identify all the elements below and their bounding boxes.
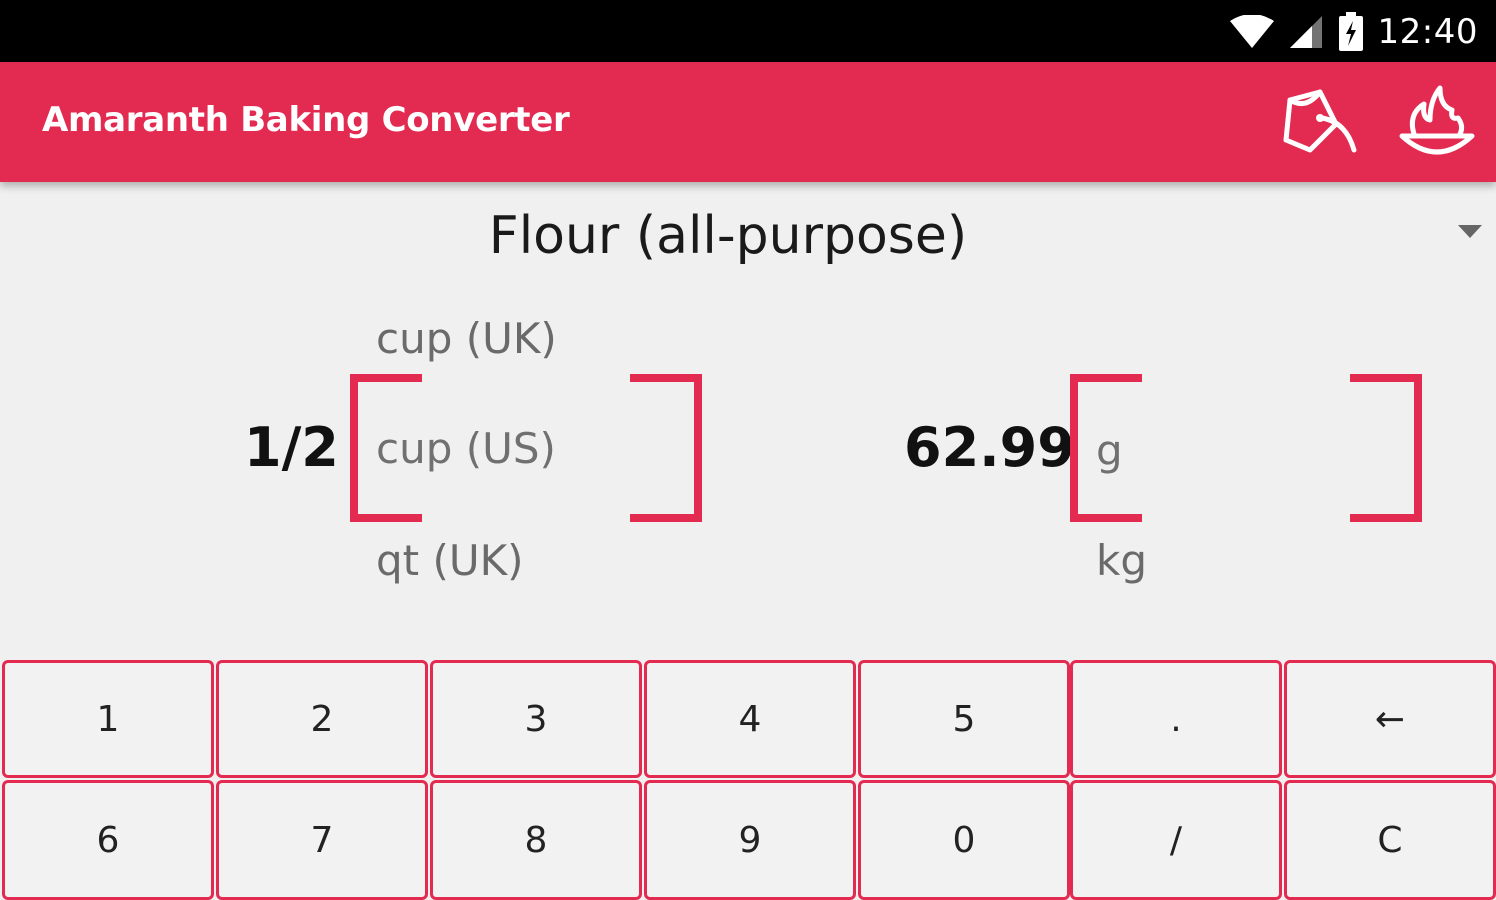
pouring-cup-icon[interactable] — [1276, 84, 1358, 166]
ingredient-dropdown[interactable]: Flour (all-purpose) — [0, 200, 1496, 280]
key-8[interactable]: 8 — [430, 780, 642, 900]
to-unit-below[interactable]: kg — [1096, 536, 1147, 585]
status-bar: 12:40 — [0, 0, 1496, 62]
status-icons: 12:40 — [1229, 10, 1478, 54]
to-amount: 62.99 — [904, 416, 1075, 479]
bowl-flame-icon[interactable] — [1396, 84, 1478, 166]
key-0[interactable]: 0 — [858, 780, 1070, 900]
status-clock: 12:40 — [1377, 12, 1478, 52]
key-5[interactable]: 5 — [858, 660, 1070, 778]
from-unit-picker-bracket-right — [630, 374, 702, 522]
key-decimal[interactable]: . — [1070, 660, 1282, 778]
from-unit-above[interactable]: cup (UK) — [376, 314, 557, 363]
app-title: Amaranth Baking Converter — [42, 100, 570, 140]
key-7[interactable]: 7 — [216, 780, 428, 900]
ingredient-selected: Flour (all-purpose) — [488, 206, 968, 266]
to-unit-picker-bracket-right — [1350, 374, 1422, 522]
key-fraction[interactable]: / — [1070, 780, 1282, 900]
from-unit-below[interactable]: qt (UK) — [376, 536, 524, 585]
key-4[interactable]: 4 — [644, 660, 856, 778]
wifi-icon — [1229, 15, 1274, 48]
to-unit-picker-bracket-left — [1070, 374, 1142, 522]
from-unit-picker-bracket-left — [350, 374, 422, 522]
key-2[interactable]: 2 — [216, 660, 428, 778]
from-amount: 1/2 — [244, 416, 339, 479]
battery-charging-icon — [1338, 12, 1363, 51]
key-3[interactable]: 3 — [430, 660, 642, 778]
keypad: 1 2 3 4 5 . ← 6 7 8 9 0 / C — [2, 660, 1496, 900]
key-1[interactable]: 1 — [2, 660, 214, 778]
key-backspace[interactable]: ← — [1284, 660, 1496, 778]
app-bar: Amaranth Baking Converter — [0, 62, 1496, 182]
key-clear[interactable]: C — [1284, 780, 1496, 900]
key-9[interactable]: 9 — [644, 780, 856, 900]
dropdown-arrow-icon[interactable] — [1458, 225, 1482, 238]
key-6[interactable]: 6 — [2, 780, 214, 900]
signal-icon — [1289, 16, 1322, 48]
